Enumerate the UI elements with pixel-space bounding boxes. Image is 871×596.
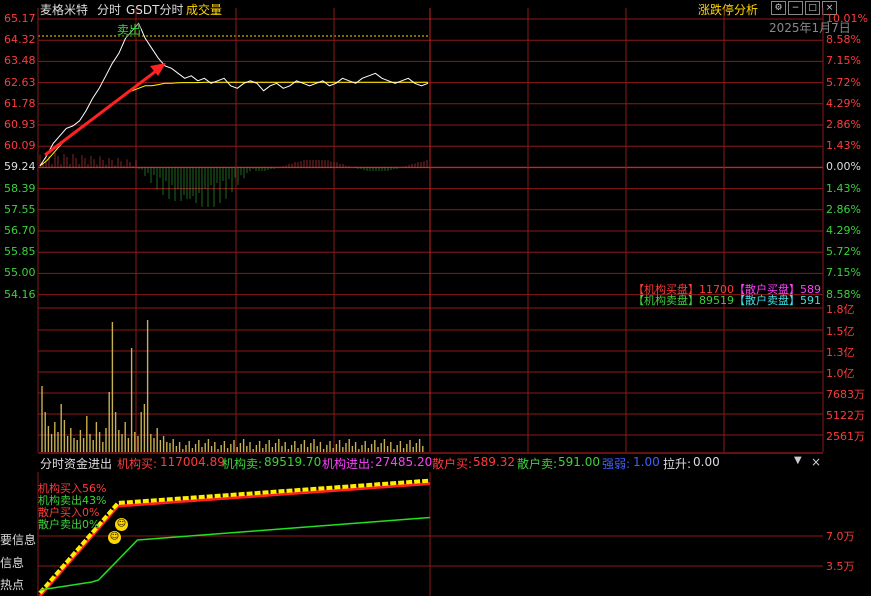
inst-net-value: 27485.20 bbox=[375, 455, 433, 469]
sell-annotation: 卖出 bbox=[117, 21, 142, 38]
histogram-bars bbox=[39, 152, 428, 208]
smiley-icon: ☺ bbox=[115, 518, 128, 531]
price-tick: 60.93 bbox=[4, 118, 36, 131]
retail-buy-value: 589.32 bbox=[473, 455, 515, 469]
strength-value: 1.00 bbox=[633, 455, 660, 469]
inst-sell-value: 89519 bbox=[699, 294, 734, 307]
inst-buy-label: 机构买: bbox=[117, 457, 158, 471]
side-tab-hot[interactable]: 热点 bbox=[0, 576, 24, 593]
inst-sell-label: 机构卖: bbox=[222, 457, 263, 471]
side-tab-info[interactable]: 信息 bbox=[0, 554, 24, 571]
retail-sell-label: 【散户卖盘】 bbox=[734, 294, 800, 307]
percent-tick: 7.15% bbox=[826, 266, 861, 280]
price-tick: 60.09 bbox=[4, 139, 36, 153]
inst-sell-legend: 【机构卖盘】89519【散户卖盘】591 bbox=[633, 292, 821, 308]
price-tick: 62.63 bbox=[4, 75, 36, 89]
volume-tick: 2561万 bbox=[826, 430, 865, 443]
strength-label: 强弱: bbox=[602, 457, 631, 471]
percent-tick: 2.86% bbox=[826, 118, 861, 131]
percent-tick: 4.29% bbox=[826, 224, 861, 237]
price-tick: 55.00 bbox=[4, 266, 36, 280]
volume-tick: 1.5亿 bbox=[826, 325, 855, 338]
price-tick: 63.48 bbox=[4, 54, 36, 68]
volume-bars bbox=[41, 320, 424, 452]
volume-tick: 5122万 bbox=[826, 409, 865, 422]
close-panel-icon[interactable]: × bbox=[811, 455, 821, 469]
percent-tick: 8.58% bbox=[826, 287, 861, 301]
pull-label: 拉升: bbox=[663, 457, 692, 471]
dropdown-icon[interactable]: ▼ bbox=[794, 455, 802, 466]
percent-tick: 0.00% bbox=[826, 160, 861, 174]
inst-buy-value: 117004.89 bbox=[160, 455, 225, 469]
price-tick: 61.78 bbox=[4, 96, 36, 110]
percent-tick: 2.86% bbox=[826, 202, 861, 216]
price-tick: 56.70 bbox=[4, 224, 36, 237]
inst-sell-value: 89519.70 bbox=[264, 455, 322, 469]
retail-sell-value: 591 bbox=[800, 294, 821, 307]
inst-net-label: 机构进出: bbox=[322, 457, 375, 471]
price-tick: 57.55 bbox=[4, 202, 36, 216]
inst-sell-label: 【机构卖盘】 bbox=[633, 294, 699, 307]
retail-buy-label: 散户买: bbox=[432, 457, 473, 471]
percent-tick: 5.72% bbox=[826, 75, 861, 89]
price-tick: 54.16 bbox=[4, 287, 36, 301]
fund-flow-title: 分时资金进出 bbox=[40, 457, 113, 471]
price-tick: 58.39 bbox=[4, 181, 36, 195]
volume-tick: 1.8亿 bbox=[826, 303, 855, 316]
flow-axis-tick-low: 3.5万 bbox=[826, 560, 855, 573]
percent-tick: 10.01% bbox=[826, 12, 868, 25]
percent-tick: 7.15% bbox=[826, 54, 861, 68]
price-tick: 64.32 bbox=[4, 33, 36, 47]
flow-axis-tick-high: 7.0万 bbox=[826, 530, 855, 543]
volume-tick: 1.3亿 bbox=[826, 346, 855, 359]
volume-tick: 7683万 bbox=[826, 388, 865, 401]
price-line bbox=[39, 22, 429, 167]
side-tab-key-info[interactable]: 要信息 bbox=[0, 531, 36, 548]
volume-tick: 1.0亿 bbox=[826, 367, 855, 380]
percent-tick: 1.43% bbox=[826, 139, 861, 153]
pull-value: 0.00 bbox=[693, 455, 720, 469]
fund-flow-header: 分时资金进出 机构买: 117004.89 机构卖: 89519.70 机构进出… bbox=[0, 455, 871, 471]
smiley-icon: ☺ bbox=[108, 531, 121, 544]
price-tick: 55.85 bbox=[4, 245, 36, 259]
percent-tick: 5.72% bbox=[826, 245, 861, 259]
price-tick: 59.24 bbox=[4, 160, 36, 174]
percent-tick: 1.43% bbox=[826, 181, 861, 195]
percent-tick: 4.29% bbox=[826, 96, 861, 110]
legend-retail-sell: 散户卖出0% bbox=[38, 518, 100, 531]
retail-sell-value: 591.00 bbox=[558, 455, 600, 469]
price-tick: 65.17 bbox=[4, 12, 36, 25]
percent-tick: 8.58% bbox=[826, 33, 861, 47]
avg-price-line bbox=[39, 81, 428, 167]
retail-sell-label: 散户卖: bbox=[517, 457, 558, 471]
